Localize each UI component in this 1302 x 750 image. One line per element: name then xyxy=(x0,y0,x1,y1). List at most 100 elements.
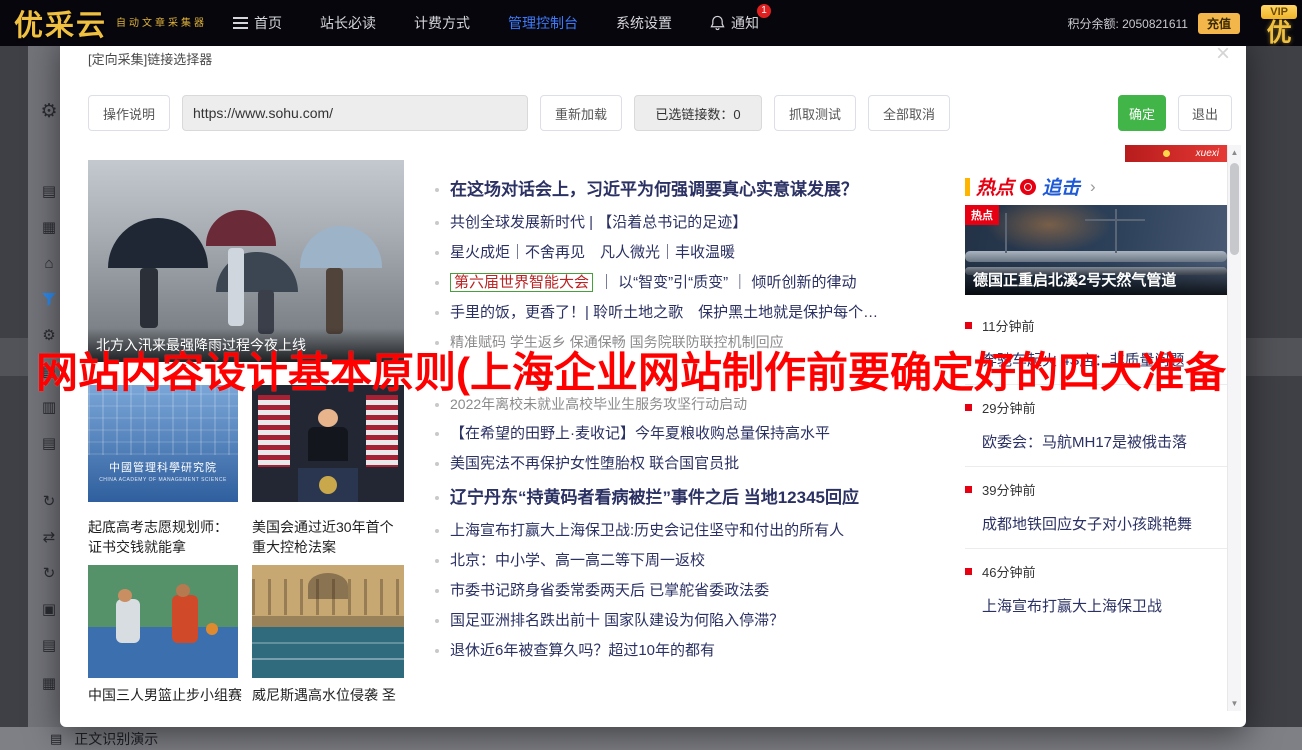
nav-item-console[interactable]: 管理控制台 xyxy=(508,13,578,33)
main-story-image[interactable]: 北方入汛来最强降雨过程今夜上线 xyxy=(88,160,404,362)
academy-card-image[interactable]: 中國管理科學研究院 CHINA ACADEMY OF MANAGEMENT SC… xyxy=(88,385,238,502)
image-art xyxy=(300,226,382,268)
news-link[interactable]: 【在希望的田野上·麦收记】今年夏粮收购总量保持高水平 xyxy=(430,424,960,443)
grab-test-button[interactable]: 抓取测试 xyxy=(774,95,856,131)
confirm-button[interactable]: 确定 xyxy=(1118,95,1166,131)
news-link[interactable]: 市委书记跻身省委常委两天后 已掌舵省委政法委 xyxy=(430,581,960,600)
image-art xyxy=(206,210,276,246)
news-link[interactable]: 星火成炬｜不舍再见 凡人微光｜丰收温暖 xyxy=(430,243,960,262)
recharge-button[interactable]: 充值 xyxy=(1198,13,1240,34)
nav-item-settings[interactable]: 系统设置 xyxy=(616,13,672,33)
image-art xyxy=(1115,209,1117,253)
hotspot-image[interactable]: 热点 德国正重启北溪2号天然气管道 xyxy=(965,205,1227,295)
hotspot-link[interactable]: 成都地铁回应女子对小孩跳艳舞 xyxy=(965,513,1227,534)
timestamp: 29分钟前 xyxy=(965,398,1227,417)
news-link[interactable]: 退休近6年被查算久吗？超过10年的都有 xyxy=(430,641,960,660)
image-art xyxy=(252,642,404,644)
url-input[interactable] xyxy=(182,95,528,131)
hotspot-link[interactable]: 欧委会：马航MH17是被俄击落 xyxy=(965,431,1227,452)
news-link[interactable]: 2022年离校未就业高校毕业生服务攻坚行动启动 xyxy=(430,395,960,413)
left-image-column: 北方入汛来最强降雨过程今夜上线 中國管理科學研究院 CHINA ACADEMY … xyxy=(88,145,404,711)
scroll-down-icon[interactable]: ▼ xyxy=(1228,699,1241,708)
bell-icon xyxy=(710,15,725,31)
news-link[interactable]: 精准赋码 学生返乡 保通保畅 国务院联防联控机制回应 xyxy=(430,333,960,351)
news-link[interactable]: 辽宁丹东“持黄码者看病被拦”事件之后 当地12345回应 xyxy=(430,487,960,509)
selected-links-counter: 已选链接数：0 xyxy=(634,95,762,131)
main-story-caption: 北方入汛来最强降雨过程今夜上线 xyxy=(88,328,404,362)
notification-badge: 1 xyxy=(757,4,771,18)
image-art xyxy=(118,589,132,602)
content-scrollbar[interactable]: ▲ ▼ xyxy=(1227,145,1241,711)
nav-item-must-read[interactable]: 站长必读 xyxy=(320,13,376,33)
card-caption[interactable]: 美国会通过近30年首个重大控枪法案 xyxy=(252,517,404,557)
news-link-highlighted[interactable]: 第六届世界智能大会｜ 以“智变”引“质变” ｜ 倾听创新的律动 xyxy=(430,273,960,292)
nav-item-notifications[interactable]: 通知 1 xyxy=(710,13,759,33)
nav-label: 首页 xyxy=(254,13,282,33)
embedded-webpage: xuexi 北方入汛来最强降雨过程今夜上线 中國管理科學研究院 xyxy=(88,145,1241,711)
exit-button[interactable]: 退出 xyxy=(1178,95,1232,131)
scroll-up-icon[interactable]: ▲ xyxy=(1228,148,1241,157)
hotspot-item[interactable]: 11分钟前 奔驰车起火 4S店：非质量问题 xyxy=(965,303,1227,385)
reload-button[interactable]: 重新加载 xyxy=(540,95,622,131)
nav-label: 计费方式 xyxy=(414,13,470,33)
hotspot-item[interactable]: 29分钟前 欧委会：马航MH17是被俄击落 xyxy=(965,385,1227,467)
document-icon: ▤ xyxy=(50,731,62,747)
image-art xyxy=(176,584,190,597)
hotspot-image-caption: 德国正重启北溪2号天然气管道 xyxy=(965,264,1227,295)
image-art xyxy=(140,268,158,328)
nav-label: 站长必读 xyxy=(320,13,376,33)
card-caption[interactable]: 威尼斯遇高水位侵袭 圣 xyxy=(252,685,404,705)
hotspot-item[interactable]: 46分钟前 上海宣布打赢大上海保卫战 xyxy=(965,549,1227,630)
card-caption[interactable]: 中国三人男篮止步小组赛 xyxy=(88,685,246,705)
nav-item-billing[interactable]: 计费方式 xyxy=(414,13,470,33)
image-art xyxy=(228,248,244,326)
hotspot-column: 热点 追击 › 热点 德国正重启北溪2号天然气管道 11分钟前 xyxy=(965,145,1227,711)
hotspot-header[interactable]: 热点 追击 › xyxy=(965,173,1096,200)
gun-law-card-image[interactable] xyxy=(252,385,404,502)
basketball-card-image[interactable] xyxy=(88,565,238,678)
image-art xyxy=(319,476,337,494)
image-art xyxy=(366,395,398,467)
news-link[interactable]: 北京：中小学、高一高二等下周一返校 xyxy=(430,551,960,570)
nav-item-home[interactable]: 首页 xyxy=(233,13,282,33)
hot-tag: 热点 xyxy=(965,205,999,225)
image-art xyxy=(116,599,140,643)
image-art xyxy=(252,579,404,615)
nav-menu: 首页 站长必读 计费方式 管理控制台 系统设置 通知 1 xyxy=(233,13,759,33)
image-art xyxy=(1085,219,1145,221)
image-art xyxy=(318,409,338,427)
image-art xyxy=(206,623,218,635)
points-balance: 积分余额: 2050821611 xyxy=(1067,15,1188,32)
nav-label: 管理控制台 xyxy=(508,13,578,33)
hotspot-label-chase: 追击 xyxy=(1042,173,1080,200)
body-recognition-demo-link[interactable]: 正文识别演示 xyxy=(74,729,158,749)
vip-mascot-logo: 优 xyxy=(1261,20,1297,46)
logo-text: 优采云 xyxy=(14,2,107,44)
selected-link-box[interactable]: 第六届世界智能大会 xyxy=(450,273,593,292)
news-link[interactable]: 共创全球发展新时代 | 【沿着总书记的足迹】 xyxy=(430,213,960,232)
timestamp: 11分钟前 xyxy=(965,316,1227,335)
hotspot-link[interactable]: 上海宣布打赢大上海保卫战 xyxy=(965,595,1227,616)
news-list: 在这场对话会上，习近平为何强调要真心实意谋发展？ 共创全球发展新时代 | 【沿着… xyxy=(430,145,960,711)
link-selector-modal: [定向采集]链接选择器 × 操作说明 重新加载 已选链接数：0 抓取测试 全部取… xyxy=(60,34,1246,727)
vip-badge[interactable]: VIP xyxy=(1261,5,1297,19)
app-logo[interactable]: 优采云 自动文章采集器 xyxy=(14,2,207,44)
hotspot-link[interactable]: 奔驰车起火 4S店：非质量问题 xyxy=(965,349,1227,370)
chevron-right-icon[interactable]: › xyxy=(1090,177,1096,197)
help-button[interactable]: 操作说明 xyxy=(88,95,170,131)
news-link[interactable]: 国足亚洲排名跌出前十 国家队建设为何陷入停滞？ xyxy=(430,611,960,630)
logo-tagline: 自动文章采集器 xyxy=(116,17,207,30)
news-link[interactable]: 手里的饭，更香了！| 聆听土地之歌 保护黑土地就是保护每个… xyxy=(430,303,960,322)
image-art xyxy=(298,468,358,502)
venice-card-image[interactable] xyxy=(252,565,404,678)
scrollbar-thumb[interactable] xyxy=(1230,163,1239,255)
card-caption[interactable]: 起底高考志愿规划师：证书交钱就能拿 xyxy=(88,517,238,557)
hotspot-item[interactable]: 39分钟前 成都地铁回应女子对小孩跳艳舞 xyxy=(965,467,1227,549)
news-link[interactable]: 美国宪法不再保护女性堕胎权 联合国官员批 xyxy=(430,454,960,473)
image-art xyxy=(172,595,198,643)
news-link[interactable]: 上海宣布打赢大上海保卫战:历史会记住坚守和付出的所有人 xyxy=(430,521,960,540)
news-link[interactable]: 在这场对话会上，习近平为何强调要真心实意谋发展？ xyxy=(430,179,960,201)
cancel-all-button[interactable]: 全部取消 xyxy=(868,95,950,131)
image-art xyxy=(1005,213,1007,253)
nav-right-cluster: 积分余额: 2050821611 充值 xyxy=(1067,13,1240,34)
